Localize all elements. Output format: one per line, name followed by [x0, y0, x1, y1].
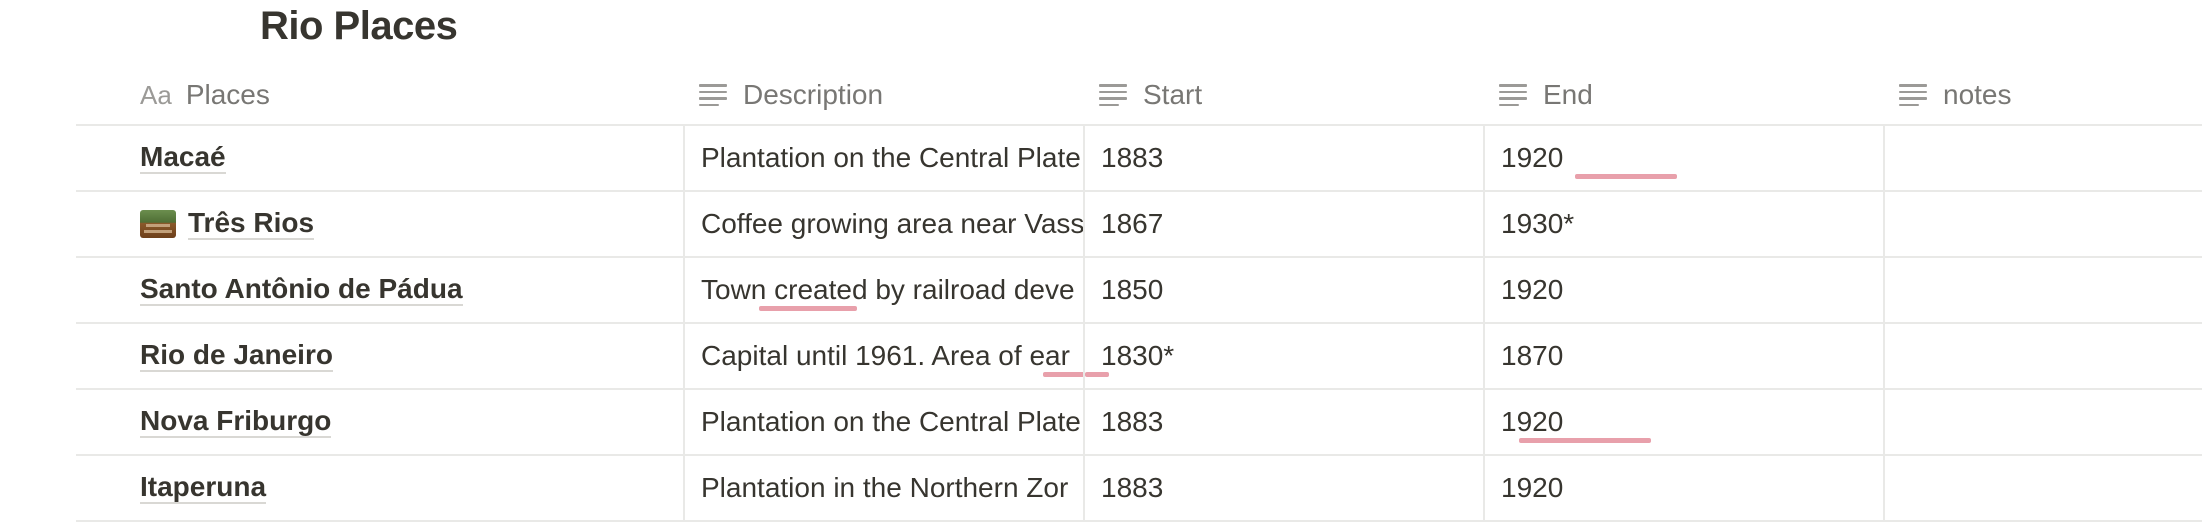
cell-description[interactable]: Coffee growing area near Vass: [683, 192, 1083, 256]
cell-notes[interactable]: [1883, 390, 2202, 454]
cell-description[interactable]: Plantation on the Central Plate: [683, 390, 1083, 454]
cell-start[interactable]: 1883: [1083, 390, 1483, 454]
end-text: 1870: [1501, 340, 1564, 371]
cell-notes[interactable]: [1883, 456, 2202, 520]
table-header: Aa Places Description Start End notes: [76, 66, 2202, 126]
table-row[interactable]: Macaé Plantation on the Central Plate 18…: [76, 126, 2202, 192]
cell-notes[interactable]: [1883, 126, 2202, 190]
start-text: 1883: [1101, 406, 1164, 437]
cell-description[interactable]: Plantation on the Central Plate: [683, 126, 1083, 190]
cell-place[interactable]: Nova Friburgo: [76, 390, 683, 454]
end-text: 1920: [1501, 472, 1564, 503]
text-lines-icon: [1499, 84, 1527, 106]
table-row[interactable]: Rio de Janeiro Capital until 1961. Area …: [76, 324, 2202, 390]
cell-end[interactable]: 1920: [1483, 258, 1883, 322]
column-header-description[interactable]: Description: [683, 66, 1083, 124]
cell-start[interactable]: 1883: [1083, 456, 1483, 520]
table-row[interactable]: Três Rios Coffee growing area near Vass …: [76, 192, 2202, 258]
table-row[interactable]: Itaperuna Plantation in the Northern Zor…: [76, 456, 2202, 522]
column-header-start[interactable]: Start: [1083, 66, 1483, 124]
spellcheck-underline: [1519, 438, 1651, 443]
end-text: 1930*: [1501, 208, 1575, 239]
cell-start[interactable]: 1850: [1083, 258, 1483, 322]
column-header-label: Places: [185, 79, 270, 110]
spellcheck-underline: [759, 306, 857, 311]
table-row[interactable]: Nova Friburgo Plantation on the Central …: [76, 390, 2202, 456]
cell-notes[interactable]: [1883, 324, 2202, 388]
cell-notes[interactable]: [1883, 192, 2202, 256]
end-text: 1920: [1501, 142, 1564, 173]
cell-notes[interactable]: [1883, 258, 2202, 322]
spellcheck-underline: [1043, 372, 1083, 377]
end-text: 1920: [1501, 406, 1564, 437]
text-lines-icon: [699, 84, 727, 106]
column-header-label: End: [1543, 79, 1593, 110]
spellcheck-underline: [1085, 372, 1109, 377]
cell-description[interactable]: Plantation in the Northern Zor: [683, 456, 1083, 520]
cell-end[interactable]: 1920: [1483, 390, 1883, 454]
cell-place[interactable]: Macaé: [76, 126, 683, 190]
description-text: Plantation on the Central Plate: [701, 406, 1081, 437]
cell-description[interactable]: Town created by railroad deve: [683, 258, 1083, 322]
start-text: 1850: [1101, 274, 1164, 305]
text-lines-icon: [1099, 84, 1127, 106]
start-text: 1867: [1101, 208, 1164, 239]
table-row[interactable]: Santo Antônio de Pádua Town created by r…: [76, 258, 2202, 324]
cell-place[interactable]: Rio de Janeiro: [76, 324, 683, 388]
description-text: Town created by railroad deve: [701, 274, 1075, 305]
place-title[interactable]: Três Rios: [188, 208, 315, 240]
cell-place[interactable]: Santo Antônio de Pádua: [76, 258, 683, 322]
place-title[interactable]: Santo Antônio de Pádua: [140, 274, 463, 306]
cell-description[interactable]: Capital until 1961. Area of ear: [683, 324, 1083, 388]
cell-end[interactable]: 1920: [1483, 126, 1883, 190]
column-header-places[interactable]: Aa Places: [76, 66, 683, 124]
place-title[interactable]: Itaperuna: [140, 472, 267, 504]
start-text: 1883: [1101, 472, 1164, 503]
cell-end[interactable]: 1870: [1483, 324, 1883, 388]
cell-start[interactable]: 1883: [1083, 126, 1483, 190]
column-header-label: Start: [1143, 79, 1203, 110]
place-title[interactable]: Nova Friburgo: [140, 406, 332, 438]
column-header-end[interactable]: End: [1483, 66, 1883, 124]
description-text: Plantation on the Central Plate: [701, 142, 1081, 173]
title-type-icon: Aa: [140, 79, 172, 110]
end-text: 1920: [1501, 274, 1564, 305]
column-header-label: notes: [1943, 79, 2012, 110]
cell-start[interactable]: 1830*: [1083, 324, 1483, 388]
description-text: Plantation in the Northern Zor: [701, 472, 1069, 503]
cell-start[interactable]: 1867: [1083, 192, 1483, 256]
description-text: Coffee growing area near Vass: [701, 208, 1083, 239]
cell-place[interactable]: Três Rios: [76, 192, 683, 256]
column-header-label: Description: [743, 79, 884, 110]
page-title: Rio Places: [260, 4, 458, 48]
cell-place[interactable]: Itaperuna: [76, 456, 683, 520]
start-text: 1830*: [1101, 340, 1175, 371]
database-table: Aa Places Description Start End notes Ma…: [76, 66, 2202, 522]
start-text: 1883: [1101, 142, 1164, 173]
place-title[interactable]: Rio de Janeiro: [140, 340, 333, 372]
cell-end[interactable]: 1920: [1483, 456, 1883, 520]
cell-end[interactable]: 1930*: [1483, 192, 1883, 256]
description-text: Capital until 1961. Area of ear: [701, 340, 1070, 371]
spellcheck-underline: [1575, 174, 1677, 179]
column-header-notes[interactable]: notes: [1883, 66, 2202, 124]
text-lines-icon: [1899, 84, 1927, 106]
photo-icon: [140, 210, 176, 238]
place-title[interactable]: Macaé: [140, 142, 226, 174]
